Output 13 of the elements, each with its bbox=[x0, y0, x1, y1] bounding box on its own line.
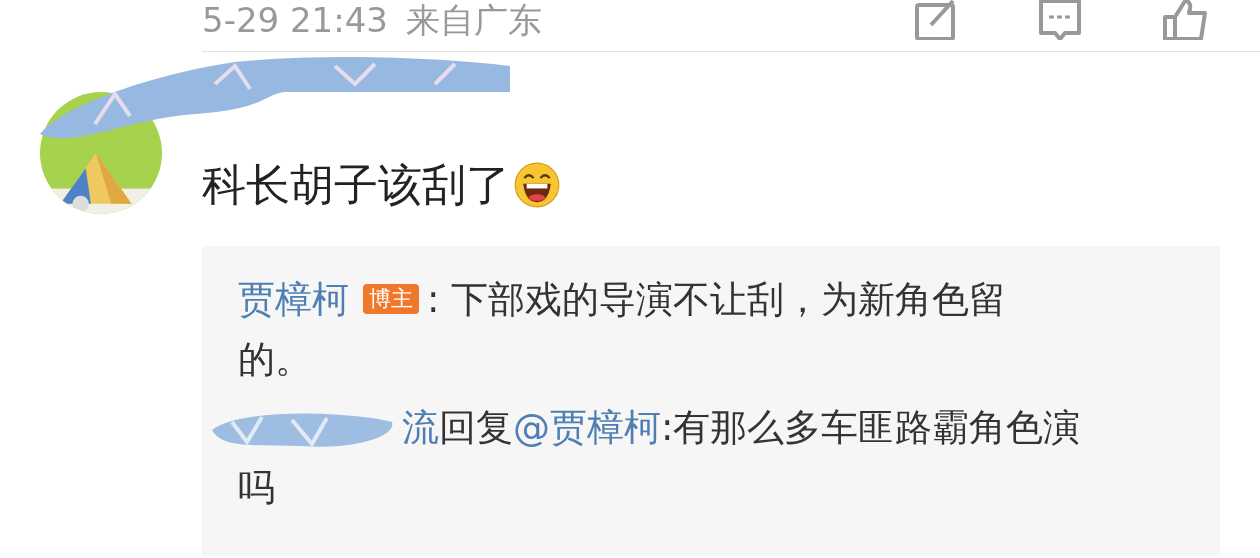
reply-author[interactable]: 流 bbox=[402, 406, 439, 449]
reply-author[interactable]: 贾樟柯 bbox=[238, 278, 349, 321]
reply-text: : 下部戏的导演不让刮，为新角色留 bbox=[427, 278, 1007, 321]
comment-text: 科长胡子该刮了 bbox=[202, 157, 510, 212]
reply-text: 的。 bbox=[238, 337, 312, 383]
author-badge: 博主 bbox=[363, 284, 419, 314]
post-location: 来自广东 bbox=[405, 0, 542, 40]
thumbs-up-icon[interactable] bbox=[1160, 0, 1210, 40]
post-time: 5-29 21:43 bbox=[202, 0, 388, 40]
reply-text: 吗 bbox=[238, 465, 275, 511]
reply-verb: 回复 bbox=[439, 406, 513, 449]
mention-link[interactable]: @贾樟柯 bbox=[513, 406, 661, 449]
reply-text: :有那么多车匪路霸角色演 bbox=[661, 406, 1081, 449]
